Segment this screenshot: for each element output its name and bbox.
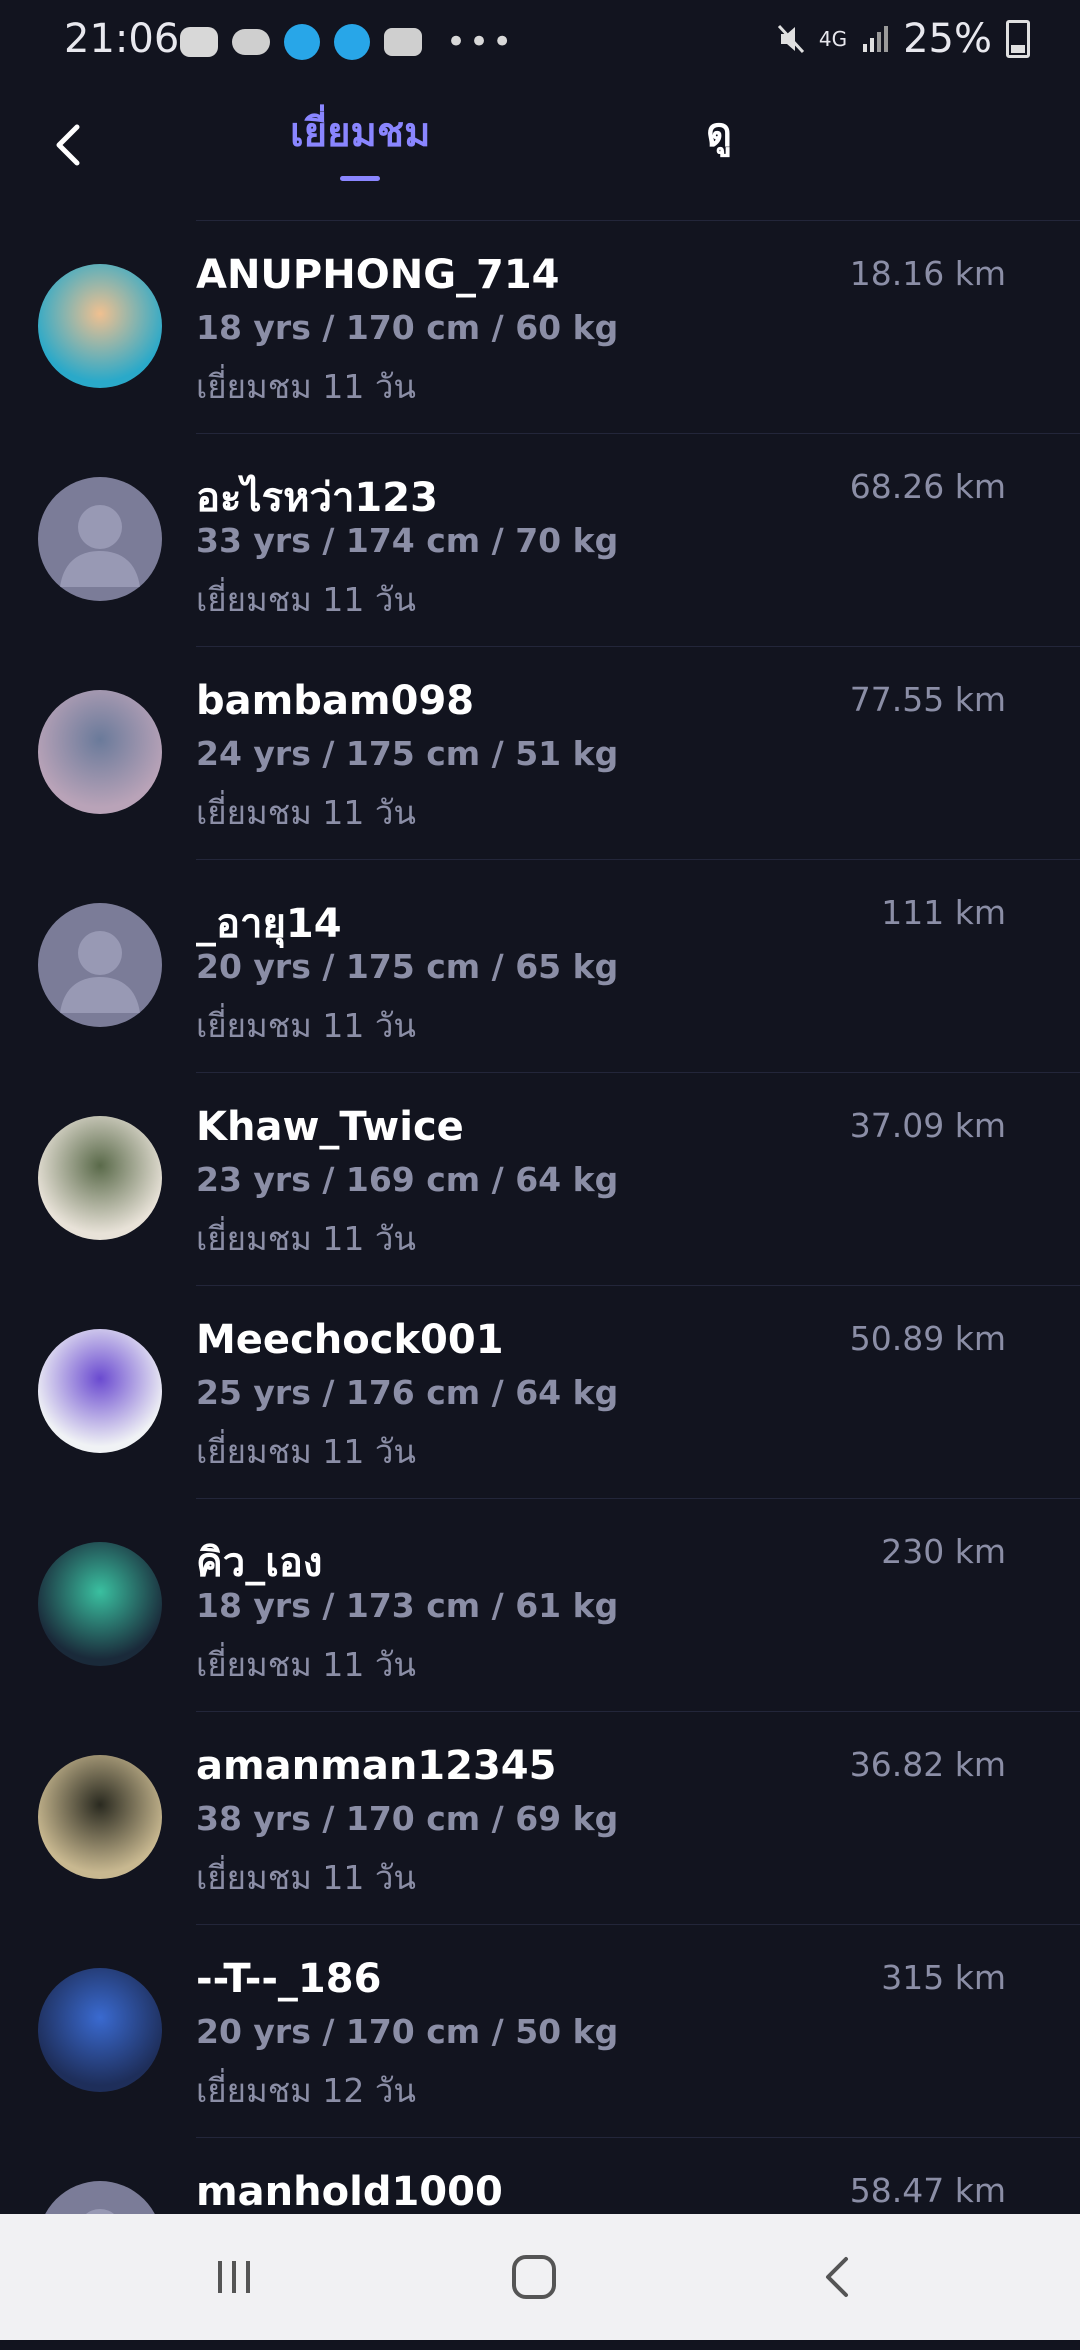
user-stats: 38 yrs / 170 cm / 69 kg [196,1799,619,1838]
user-distance: 50.89 km [849,1319,1006,1358]
header: เยี่ยมชม ดู [0,80,1080,220]
user-name: amanman12345 [196,1743,557,1789]
row-divider [196,2137,1080,2138]
tab-watch[interactable]: ดู [706,100,732,164]
list-item[interactable]: อะไรหว่า123 33 yrs / 174 cm / 70 kg เยี่ยม… [0,433,1080,646]
home-button[interactable] [504,2252,564,2302]
list-item[interactable]: ANUPHONG_714 18 yrs / 170 cm / 60 kg เยี่ย… [0,220,1080,433]
visit-info: เยี่ยมชม 11 วัน [196,367,416,406]
list-item[interactable]: amanman12345 38 yrs / 170 cm / 69 kg เยี่ย… [0,1711,1080,1924]
back-button[interactable] [38,110,98,180]
user-name: manhold1000 [196,2169,503,2215]
user-distance: 111 km [881,893,1006,932]
avatar[interactable] [38,477,162,601]
user-stats: 33 yrs / 174 cm / 70 kg [196,521,619,560]
visit-info: เยี่ยมชม 11 วัน [196,580,416,619]
user-name: Meechock001 [196,1317,504,1363]
recents-icon [218,2261,250,2293]
user-name: อะไรหว่า123 [196,475,438,521]
recents-button[interactable] [204,2252,264,2302]
user-name: ANUPHONG_714 [196,252,560,298]
avatar[interactable] [38,264,162,388]
system-navigation-bar [0,2214,1080,2340]
list-item[interactable]: bambam098 24 yrs / 175 cm / 51 kg เยี่ยมชม… [0,646,1080,859]
user-stats: 24 yrs / 175 cm / 51 kg [196,734,619,773]
battery-icon [1006,20,1030,58]
row-divider [196,1498,1080,1499]
user-distance: 36.82 km [849,1745,1006,1784]
visit-info: เยี่ยมชม 11 วัน [196,1858,416,1897]
user-stats: 18 yrs / 170 cm / 60 kg [196,308,619,347]
user-name: Khaw_Twice [196,1104,464,1150]
status-bar: 21:06 ••• 4G 25% [0,0,1080,80]
visit-info: เยี่ยมชม 11 วัน [196,1432,416,1471]
visit-info: เยี่ยมชม 11 วัน [196,1219,416,1258]
avatar[interactable] [38,690,162,814]
avatar[interactable] [38,903,162,1027]
user-distance: 77.55 km [849,680,1006,719]
mute-icon [777,24,804,54]
visit-info: เยี่ยมชม 12 วัน [196,2071,416,2110]
avatar[interactable] [38,1968,162,2092]
status-right: 4G 25% [777,16,1030,62]
visit-info: เยี่ยมชม 11 วัน [196,1006,416,1045]
system-back-button[interactable] [808,2252,868,2302]
user-stats: 18 yrs / 173 cm / 61 kg [196,1586,619,1625]
user-stats: 20 yrs / 170 cm / 50 kg [196,2012,619,2051]
row-divider [196,433,1080,434]
row-divider [196,220,1080,221]
line-app-icon [180,27,218,57]
user-name: คิว_เอง [196,1540,323,1586]
user-name: bambam098 [196,678,475,724]
home-icon [512,2255,556,2299]
user-distance: 58.47 km [849,2171,1006,2210]
list-item[interactable]: _อายุ14 20 yrs / 175 cm / 65 kg เยี่ยมชม 1… [0,859,1080,1072]
notification-icons: ••• [180,22,515,62]
avatar[interactable] [38,1329,162,1453]
user-distance: 230 km [881,1532,1006,1571]
youtube-icon [384,28,422,56]
user-distance: 18.16 km [849,254,1006,293]
battery-percent: 25% [903,16,992,62]
visitor-list: ANUPHONG_714 18 yrs / 170 cm / 60 kg เยี่ย… [0,220,1080,2350]
user-name: _อายุ14 [196,901,342,947]
back-icon [826,2257,848,2297]
user-distance: 315 km [881,1958,1006,1997]
tab-visits[interactable]: เยี่ยมชม [290,100,430,164]
telegram-icon [334,24,370,60]
list-item[interactable]: --T--_186 20 yrs / 170 cm / 50 kg เยี่ยมชม… [0,1924,1080,2137]
telegram-icon [284,24,320,60]
row-divider [196,1072,1080,1073]
row-divider [196,859,1080,860]
list-item[interactable]: Khaw_Twice 23 yrs / 169 cm / 64 kg เยี่ยมช… [0,1072,1080,1285]
row-divider [196,1924,1080,1925]
user-stats: 25 yrs / 176 cm / 64 kg [196,1373,619,1412]
visit-info: เยี่ยมชม 11 วัน [196,793,416,832]
signal-icon [863,26,889,52]
network-type: 4G [818,27,848,51]
row-divider [196,1285,1080,1286]
list-item[interactable]: คิว_เอง 18 yrs / 173 cm / 61 kg เยี่ยมชม 1… [0,1498,1080,1711]
user-distance: 37.09 km [849,1106,1006,1145]
row-divider [196,646,1080,647]
status-time: 21:06 [64,16,180,62]
user-stats: 20 yrs / 175 cm / 65 kg [196,947,619,986]
user-stats: 23 yrs / 169 cm / 64 kg [196,1160,619,1199]
user-distance: 68.26 km [849,467,1006,506]
visit-info: เยี่ยมชม 11 วัน [196,1645,416,1684]
avatar[interactable] [38,1755,162,1879]
avatar[interactable] [38,1542,162,1666]
avatar[interactable] [38,1116,162,1240]
chevron-left-icon [56,124,80,166]
user-name: --T--_186 [196,1956,382,2002]
active-tab-indicator [340,176,380,181]
list-item[interactable]: Meechock001 25 yrs / 176 cm / 64 kg เยี่ยม… [0,1285,1080,1498]
more-notifications-icon: ••• [446,22,516,62]
cloud-app-icon [232,29,270,55]
row-divider [196,1711,1080,1712]
